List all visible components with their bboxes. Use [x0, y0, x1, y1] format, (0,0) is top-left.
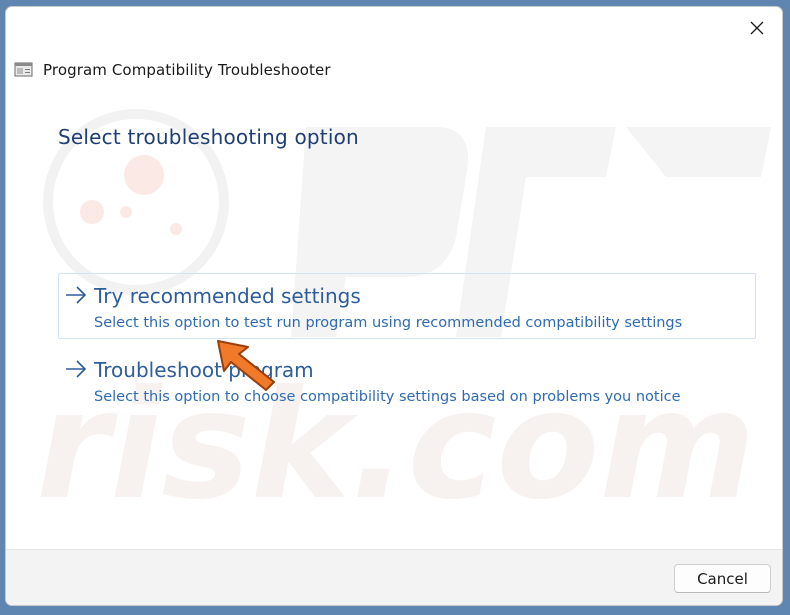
window-title: Program Compatibility Troubleshooter — [43, 61, 331, 79]
arrow-right-icon — [66, 360, 87, 378]
window-titlebar: Program Compatibility Troubleshooter — [14, 59, 331, 81]
option-description: Select this option to choose compatibili… — [94, 389, 681, 405]
option-description: Select this option to test run program u… — [94, 315, 683, 331]
close-icon — [750, 21, 764, 35]
cancel-button[interactable]: Cancel — [674, 564, 771, 593]
option-title: Try recommended settings — [94, 284, 361, 308]
option-try-recommended-settings[interactable]: Try recommended settings Select this opt… — [58, 273, 756, 339]
troubleshooter-app-icon — [14, 62, 33, 77]
option-title: Troubleshoot program — [94, 358, 314, 382]
dialog-footer: Cancel — [6, 549, 782, 605]
close-button[interactable] — [738, 11, 776, 45]
page-heading: Select troubleshooting option — [58, 125, 359, 149]
troubleshooter-dialog: risk.com Program Compatibility Troublesh… — [5, 6, 783, 606]
arrow-right-icon — [66, 286, 87, 304]
option-troubleshoot-program[interactable]: Troubleshoot program Select this option … — [58, 347, 756, 413]
